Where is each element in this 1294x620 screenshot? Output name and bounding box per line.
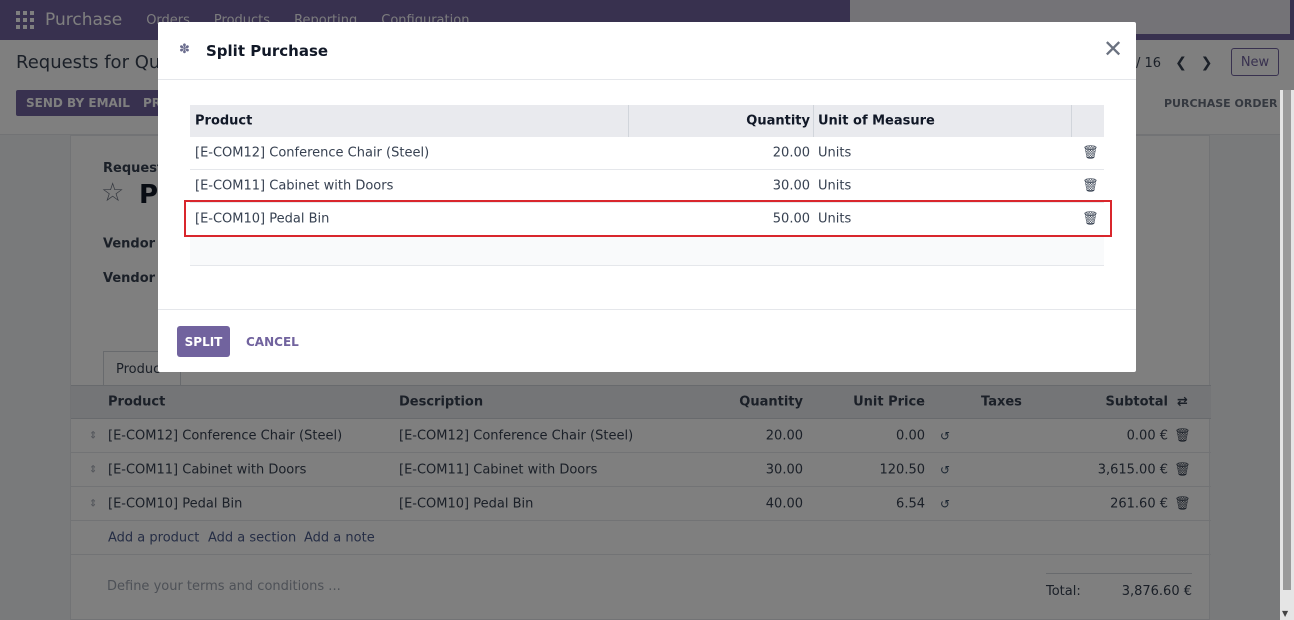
col-product[interactable]: Product [195,114,252,129]
split-button[interactable]: SPLIT [177,326,230,357]
bug-icon: ✽ [179,42,190,57]
close-icon[interactable]: ✕ [1103,37,1123,61]
table-row[interactable]: [E-COM12] Conference Chair (Steel) 20.00… [190,137,1104,170]
row-uom[interactable]: Units [818,179,851,194]
row-uom[interactable]: Units [818,146,851,161]
dialog-header: ✽ Split Purchase ✕ [158,22,1136,80]
page-scrollbar[interactable]: ▼ [1280,90,1294,620]
table-header: Product Quantity Unit of Measure [190,105,1104,137]
row-quantity[interactable]: 20.00 [773,146,810,161]
table-row[interactable]: [E-COM11] Cabinet with Doors 30.00 Units… [190,170,1104,203]
split-purchase-dialog: ✽ Split Purchase ✕ Product Quantity Unit… [158,22,1136,372]
row-quantity[interactable]: 30.00 [773,179,810,194]
scroll-down-icon[interactable]: ▼ [1282,609,1288,618]
dialog-title: Split Purchase [206,42,329,60]
scrollbar-thumb[interactable] [1283,90,1291,590]
cancel-button[interactable]: CANCEL [246,326,299,357]
highlight-box [184,200,1112,237]
col-uom[interactable]: Unit of Measure [818,114,935,129]
empty-row [190,236,1104,266]
split-lines-table: Product Quantity Unit of Measure [E-COM1… [190,105,1104,266]
trash-icon[interactable]: 🗑 [1082,146,1099,161]
row-product[interactable]: [E-COM12] Conference Chair (Steel) [195,146,429,161]
trash-icon[interactable]: 🗑 [1082,179,1099,194]
col-quantity[interactable]: Quantity [746,114,810,129]
dialog-footer: SPLIT CANCEL [158,309,1136,372]
row-product[interactable]: [E-COM11] Cabinet with Doors [195,179,393,194]
